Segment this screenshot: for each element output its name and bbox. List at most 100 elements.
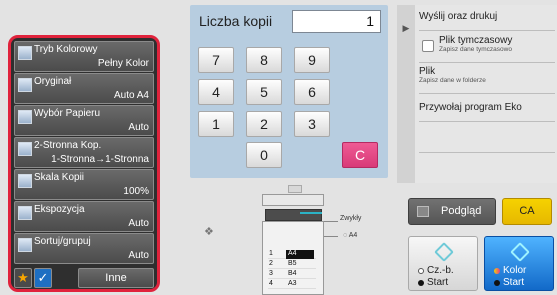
scale-icon <box>18 174 32 188</box>
file-sublabel: Zapisz dane w folderze <box>419 77 486 84</box>
key-3[interactable]: 3 <box>294 111 330 137</box>
preview-button[interactable]: Podgląd <box>408 198 496 225</box>
tray-row[interactable]: 4 A3 <box>268 279 316 289</box>
bypass-size-label: ◌ A4 <box>343 232 358 239</box>
tray-size: B5 <box>288 260 297 267</box>
bottom-bar: ★ ✓ Inne <box>14 268 157 289</box>
key-5[interactable]: 5 <box>246 79 282 105</box>
color-start-label-2: Start <box>503 277 525 288</box>
setting-value: Auto <box>128 122 149 133</box>
key-6[interactable]: 6 <box>294 79 330 105</box>
key-4[interactable]: 4 <box>198 79 234 105</box>
tray-number: 4 <box>269 280 273 287</box>
scanner-unit <box>262 194 324 206</box>
setting-button[interactable]: 2-Stronna Kop. 1-Stronna→1-Stronna <box>14 137 154 168</box>
paper-bypass-icon[interactable]: ❖ <box>204 225 214 238</box>
divider <box>419 62 555 63</box>
paper-icon <box>18 110 32 124</box>
temp-file-checkbox[interactable] <box>422 40 434 52</box>
panel-toggle-arrow-icon[interactable]: ▶ <box>397 5 415 183</box>
setting-label: Wybór Papieru <box>34 108 101 119</box>
tray-size: B4 <box>288 270 297 277</box>
key-7[interactable]: 7 <box>198 47 234 73</box>
copy-count-keypad: Liczba kopii 1 7 8 9 4 5 6 1 2 3 0 C <box>190 5 388 178</box>
bw-start-label-2: Start <box>427 277 449 288</box>
setting-value: 100% <box>123 186 149 197</box>
clear-key[interactable]: C <box>342 142 378 168</box>
send-print-item[interactable]: Wyślij oraz drukuj <box>419 11 555 22</box>
favorites-star-icon[interactable]: ★ <box>14 268 32 288</box>
setting-button[interactable]: Tryb Kolorowy Pełny Kolor <box>14 41 154 72</box>
sort-icon <box>18 238 32 252</box>
color-dot-icon <box>494 268 500 274</box>
setting-label: Ekspozycja <box>34 204 85 215</box>
setting-label: Tryb Kolorowy <box>34 44 98 55</box>
paper-trays: 1 A4 2 B5 3 B4 4 A3 <box>268 249 316 289</box>
key-2[interactable]: 2 <box>246 111 282 137</box>
bw-start-label: Cz.-b. <box>427 265 454 276</box>
setting-button[interactable]: Oryginał Auto A4 <box>14 73 154 104</box>
tray-number: 1 <box>269 250 273 257</box>
exposure-icon <box>18 206 32 220</box>
setting-label: Sortuj/grupuj <box>34 236 91 247</box>
color-start-button[interactable]: Kolor Start <box>484 236 554 291</box>
setting-label: Skala Kopii <box>34 172 85 183</box>
setting-value: Auto <box>128 218 149 229</box>
key-8[interactable]: 8 <box>246 47 282 73</box>
file-item[interactable]: Plik Zapisz dane w folderze <box>419 66 555 84</box>
start-dot-icon <box>418 280 424 286</box>
copies-input[interactable]: 1 <box>292 10 381 33</box>
paper-type-label: Zwykły <box>340 215 362 222</box>
start-diamond-icon <box>434 242 454 262</box>
original-icon <box>18 78 32 92</box>
tray-row[interactable]: 2 B5 <box>268 259 316 269</box>
leader-line <box>324 236 338 237</box>
output-indicator <box>300 212 322 214</box>
setting-value: Auto A4 <box>113 90 149 101</box>
copy-screen: Tryb Kolorowy Pełny Kolor Oryginał Auto A4 W… <box>0 0 557 295</box>
duplex-icon <box>18 142 32 156</box>
file-label: Plik <box>419 66 436 77</box>
copies-label: Liczba kopii <box>199 13 273 29</box>
setting-label: Oryginał <box>34 76 72 87</box>
divider <box>419 30 555 31</box>
color-mode-icon <box>18 46 32 60</box>
check-button[interactable]: ✓ <box>34 268 52 288</box>
tray-row[interactable]: 1 A4 <box>268 249 316 259</box>
tray-size: A3 <box>288 280 297 287</box>
preview-label: Podgląd <box>441 205 482 217</box>
setting-button[interactable]: Ekspozycja Auto <box>14 201 154 232</box>
bw-start-button[interactable]: Cz.-b. Start <box>408 236 478 291</box>
temp-file-label: Plik tymczasowy <box>439 35 513 46</box>
preview-icon <box>417 206 429 217</box>
tray-row[interactable]: 3 B4 <box>268 269 316 279</box>
setting-button[interactable]: Skala Kopii 100% <box>14 169 154 200</box>
start-diamond-icon <box>510 242 530 262</box>
temp-file-sublabel: Zapisz dane tymczasowo <box>439 46 512 53</box>
bypass-size-value: A4 <box>348 232 358 239</box>
other-button[interactable]: Inne <box>78 268 154 288</box>
setting-value: Pełny Kolor <box>97 58 149 69</box>
output-tray <box>265 209 322 221</box>
key-9[interactable]: 9 <box>294 47 330 73</box>
setting-label: 2-Stronna Kop. <box>34 140 102 151</box>
divider <box>419 152 555 153</box>
settings-panel: Tryb Kolorowy Pełny Kolor Oryginał Auto A4 W… <box>8 35 160 292</box>
tray-number: 2 <box>269 260 273 267</box>
divider <box>419 93 555 94</box>
key-1[interactable]: 1 <box>198 111 234 137</box>
bw-dot-icon <box>418 268 424 274</box>
clear-all-button[interactable]: CA <box>502 198 552 225</box>
document-feeder <box>288 185 302 193</box>
setting-button[interactable]: Sortuj/grupuj Auto <box>14 233 154 264</box>
setting-value: 1-Stronna→1-Stronna <box>51 154 149 165</box>
key-0[interactable]: 0 <box>246 142 282 168</box>
setting-button[interactable]: Wybór Papieru Auto <box>14 105 154 136</box>
start-dot-icon <box>494 280 500 286</box>
eco-program-item[interactable]: Przywołaj program Eko <box>419 102 555 113</box>
leader-line <box>324 221 338 222</box>
tray-number: 3 <box>269 270 273 277</box>
setting-value: Auto <box>128 250 149 261</box>
color-start-label: Kolor <box>503 265 527 276</box>
temp-file-item[interactable]: Plik tymczasowy Zapisz dane tymczasowo <box>419 35 555 53</box>
